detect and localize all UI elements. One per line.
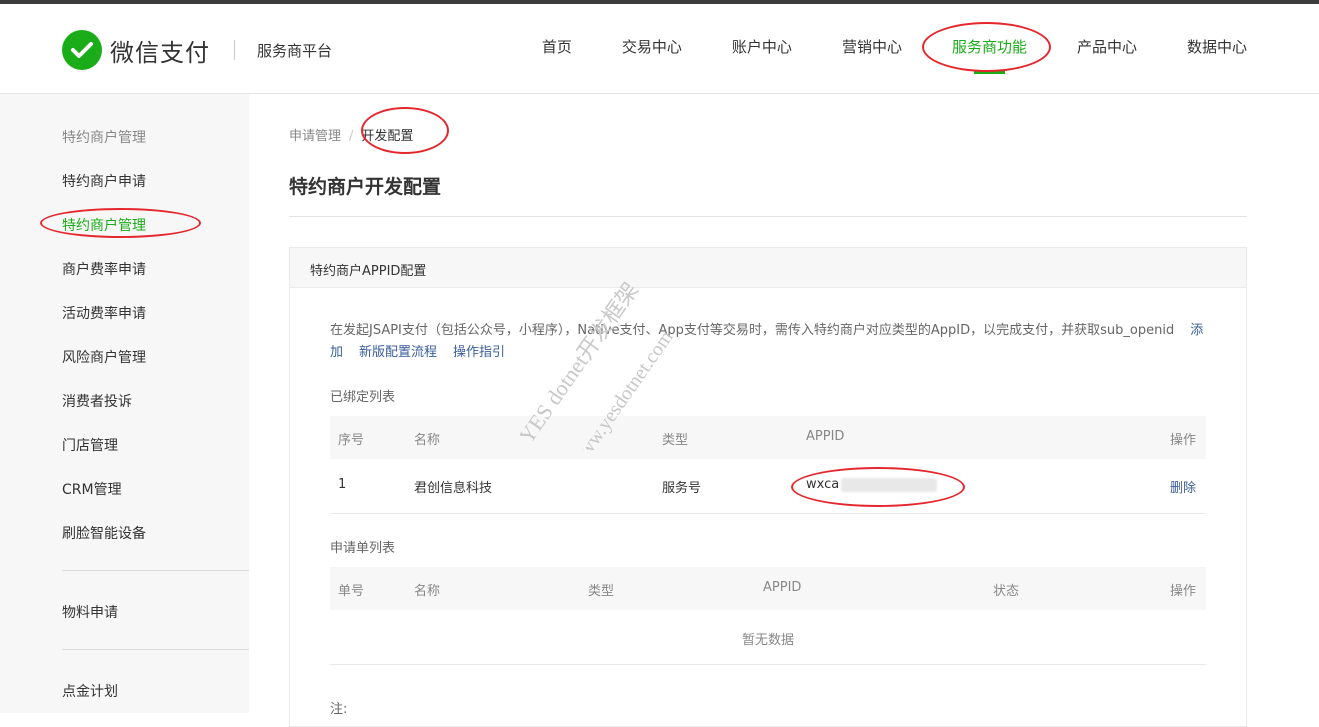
cell-name: 君创信息科技: [414, 481, 493, 496]
sidebar-item-material-apply[interactable]: 物料申请: [62, 602, 118, 622]
col-appid: APPID: [763, 580, 802, 595]
cell-index: 1: [338, 477, 347, 492]
header: 微信支付 服务商平台 首页 交易中心 账户中心 营销中心 服务商功能 产品中心 …: [0, 4, 1319, 94]
cell-appid: wxca: [806, 477, 938, 492]
appid-config-panel: 特约商户APPID配置 在发起JSAPI支付（包括公众号，小程序），Native…: [289, 247, 1247, 727]
apply-table: 单号 名称 类型 APPID 状态 操作 暂无数据: [330, 567, 1206, 665]
appid-value: wxca: [806, 477, 840, 492]
nav-trade-center[interactable]: 交易中心: [622, 36, 682, 74]
col-order-no: 单号: [338, 584, 365, 599]
logo-text: 微信支付: [110, 38, 210, 67]
page-title: 特约商户开发配置: [289, 176, 442, 198]
col-status: 状态: [993, 584, 1020, 599]
table-header: 单号 名称 类型 APPID 状态 操作: [330, 567, 1206, 610]
platform-name: 服务商平台: [257, 41, 333, 60]
sidebar-item-risk-merchant[interactable]: 风险商户管理: [62, 347, 146, 367]
sidebar-item-crm[interactable]: CRM管理: [62, 479, 122, 499]
col-type: 类型: [588, 584, 615, 599]
empty-state: 暂无数据: [330, 610, 1206, 665]
breadcrumb-separator: /: [349, 129, 354, 144]
description-text: 在发起JSAPI支付（包括公众号，小程序），Native支付、App支付等交易时…: [330, 323, 1175, 338]
sidebar-item-merchant-apply[interactable]: 特约商户申请: [62, 171, 146, 191]
breadcrumb-current: 开发配置: [361, 129, 414, 144]
col-action: 操作: [1169, 433, 1196, 448]
operation-guide-link[interactable]: 操作指引: [453, 345, 505, 360]
wechat-pay-logo-icon: [62, 30, 102, 70]
col-type: 类型: [662, 433, 689, 448]
title-divider: [289, 216, 1247, 217]
new-config-flow-link[interactable]: 新版配置流程: [359, 345, 437, 360]
sidebar-divider: [62, 649, 249, 650]
delete-link[interactable]: 删除: [1170, 477, 1196, 496]
col-action: 操作: [1169, 584, 1196, 599]
nav-account-center[interactable]: 账户中心: [732, 36, 792, 74]
cell-type: 服务号: [662, 481, 702, 496]
note-label: 注:: [330, 702, 348, 717]
breadcrumb-parent[interactable]: 申请管理: [289, 129, 341, 144]
sidebar-item-gold-plan[interactable]: 点金计划: [62, 681, 118, 701]
panel-title: 特约商户APPID配置: [290, 248, 1246, 288]
sidebar-item-fee-rate-apply[interactable]: 商户费率申请: [62, 259, 146, 279]
sidebar: 特约商户管理 特约商户申请 特约商户管理 商户费率申请 活动费率申请 风险商户管…: [0, 94, 249, 713]
nav-service-provider-functions[interactable]: 服务商功能: [952, 36, 1027, 74]
sidebar-item-activity-rate-apply[interactable]: 活动费率申请: [62, 303, 146, 323]
col-index: 序号: [338, 433, 365, 448]
nav-home[interactable]: 首页: [542, 36, 572, 74]
top-nav: 首页 交易中心 账户中心 营销中心 服务商功能 产品中心 数据中心: [492, 36, 1247, 74]
sidebar-item-consumer-complaint[interactable]: 消费者投诉: [62, 391, 132, 411]
nav-data-center[interactable]: 数据中心: [1187, 36, 1247, 74]
sidebar-divider: [62, 570, 249, 571]
breadcrumb: 申请管理 / 开发配置: [289, 125, 413, 144]
nav-marketing-center[interactable]: 营销中心: [842, 36, 902, 74]
col-name: 名称: [414, 433, 441, 448]
col-name: 名称: [414, 584, 441, 599]
logo-divider: [234, 40, 235, 60]
table-header: 序号 名称 类型 APPID 操作: [330, 416, 1206, 459]
table-row: 1 君创信息科技 服务号 wxca 删除: [330, 459, 1206, 514]
bound-list-title: 已绑定列表: [330, 390, 396, 405]
sidebar-item-face-device[interactable]: 刷脸智能设备: [62, 523, 146, 543]
sidebar-item-store-management[interactable]: 门店管理: [62, 435, 118, 455]
nav-product-center[interactable]: 产品中心: [1077, 36, 1137, 74]
col-appid: APPID: [806, 429, 845, 444]
bound-table: 序号 名称 类型 APPID 操作 1 君创信息科技 服务号 wxca 删除: [330, 416, 1206, 514]
logo[interactable]: 微信支付 服务商平台: [62, 30, 332, 70]
appid-redaction: [841, 477, 938, 492]
sidebar-group-merchant-management: 特约商户管理: [62, 130, 146, 146]
sidebar-item-merchant-management[interactable]: 特约商户管理: [62, 215, 146, 235]
apply-list-title: 申请单列表: [330, 541, 396, 556]
panel-description: 在发起JSAPI支付（包括公众号，小程序），Native支付、App支付等交易时…: [330, 320, 1210, 364]
